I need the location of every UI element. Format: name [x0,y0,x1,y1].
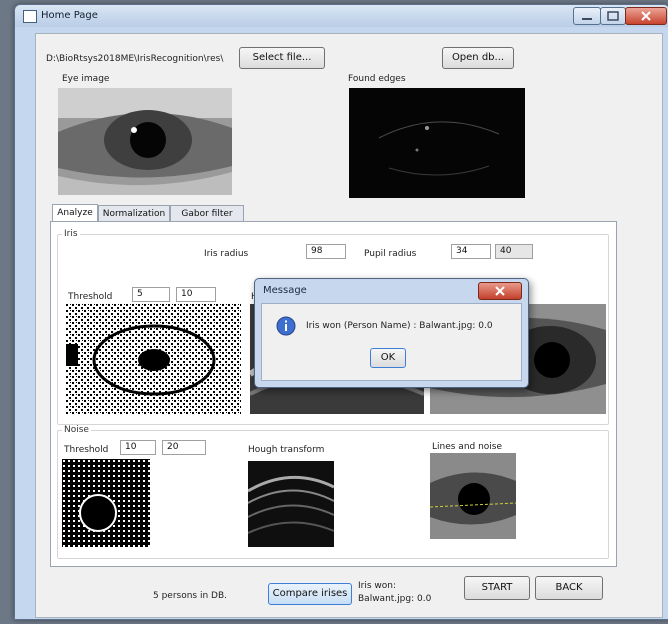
noise-lines-label: Lines and noise [432,442,503,452]
iris-radius-field[interactable]: 98 [306,244,346,259]
iris-threshold-min-field[interactable]: 5 [132,287,170,302]
tab-analyze[interactable]: Analyze [52,204,98,222]
maximize-icon [607,11,619,21]
eye-photo-icon [58,88,232,195]
dialog-close-icon [495,286,505,296]
back-button[interactable]: BACK [535,576,603,600]
close-icon [641,11,651,21]
eye-image [58,88,232,195]
eye-image-label: Eye image [62,74,110,84]
iris-threshold-max-field[interactable]: 10 [176,287,216,302]
noise-group: Noise Threshold 10 20 Hough transform Li… [57,425,609,559]
compare-irises-button[interactable]: Compare irises [268,583,352,605]
result-line-1: Iris won: [358,581,397,591]
open-db-button[interactable]: Open db... [442,47,514,69]
analyze-panel: Iris Iris radius 98 Pupil radius 34 40 T… [50,221,617,567]
iris-radius-label: Iris radius [204,249,249,259]
app-icon [23,10,37,23]
noise-threshold-max-field[interactable]: 20 [162,440,206,455]
threshold-render-icon [66,304,241,414]
noise-hough-render-icon [248,461,334,547]
found-edges-image [349,88,525,198]
dialog-body: Iris won (Person Name) : Balwant.jpg: 0.… [261,303,522,381]
maximize-button[interactable] [600,7,626,25]
noise-hough-image [248,461,334,547]
info-icon [276,316,296,336]
select-file-button[interactable]: Select file... [239,47,325,69]
message-dialog: Message Iris won (Person Name) : Balwant… [254,278,529,388]
iris-threshold-label: Threshold [68,292,113,302]
pupil-radius-field[interactable]: 34 [451,244,491,259]
dialog-ok-button[interactable]: OK [370,348,406,368]
persons-count-text: 5 persons in DB. [153,591,228,601]
pupil-radius-label: Pupil radius [364,249,417,259]
noise-threshold-render-icon [62,459,150,547]
found-edges-label: Found edges [348,74,406,84]
file-path-text: D:\BioRtsys2018ME\IrisRecognition\res\ [46,54,224,64]
close-button[interactable] [625,7,667,25]
start-button[interactable]: START [464,576,530,600]
noise-threshold-label: Threshold [64,445,109,455]
minimize-icon [582,18,592,20]
noise-threshold-image [62,459,150,547]
dialog-title: Message [263,285,307,296]
noise-hough-label: Hough transform [248,445,325,455]
iris-threshold-image [66,304,241,414]
tab-normalization[interactable]: Normalization [98,205,170,221]
noise-group-label: Noise [62,425,91,435]
tab-gabor-filter[interactable]: Gabor filter [170,205,244,221]
minimize-button[interactable] [573,7,601,25]
result-line-2: Balwant.jpg: 0.0 [358,594,432,604]
iris-group-label: Iris [62,229,80,239]
dialog-message: Iris won (Person Name) : Balwant.jpg: 0.… [306,321,493,331]
noise-threshold-min-field[interactable]: 10 [120,440,156,455]
title-bar[interactable]: Home Page [15,5,668,27]
noise-lines-render-icon [430,453,516,539]
dialog-close-button[interactable] [478,282,522,300]
edges-render-icon [378,121,500,176]
pupil-radius-field-2[interactable]: 40 [495,244,533,259]
window-title: Home Page [41,10,98,21]
noise-lines-image [430,453,516,539]
